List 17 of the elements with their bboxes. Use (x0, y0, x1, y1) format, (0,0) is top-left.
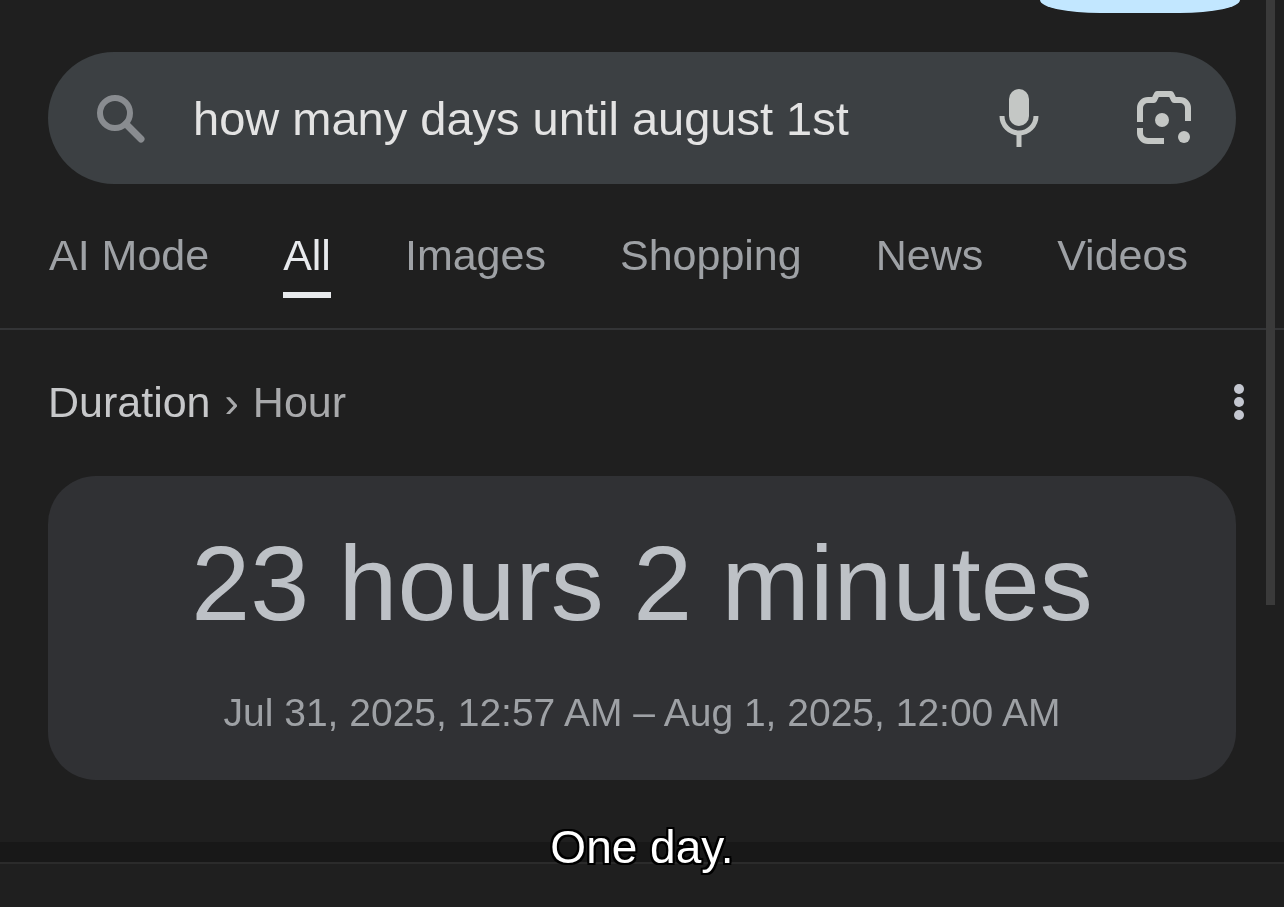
tab[interactable]: Images (404, 230, 546, 298)
caption: One day. (550, 821, 734, 873)
microphone-icon[interactable] (999, 89, 1039, 147)
search-icon (95, 93, 145, 143)
date-range: Jul 31, 2025, 12:57 AM – Aug 1, 2025, 12:00 AM (223, 690, 1061, 736)
breadcrumb-separator: › (224, 377, 239, 427)
more-options-icon[interactable] (1232, 384, 1246, 420)
camera-icon[interactable] (1136, 91, 1192, 145)
duration-result: 23 hours 2 minutes (191, 523, 1093, 644)
tab[interactable]: Videos (1057, 230, 1188, 298)
tab[interactable]: AI Mode (49, 230, 210, 298)
breadcrumb-link[interactable]: Duration (48, 377, 211, 427)
scrollbar[interactable] (1266, 0, 1275, 605)
tab[interactable]: Shopping (619, 230, 802, 298)
breadcrumb-link[interactable]: Hour (252, 377, 347, 427)
tab[interactable]: News (875, 230, 984, 298)
search-field[interactable]: how many days until august 1st (48, 52, 1236, 184)
